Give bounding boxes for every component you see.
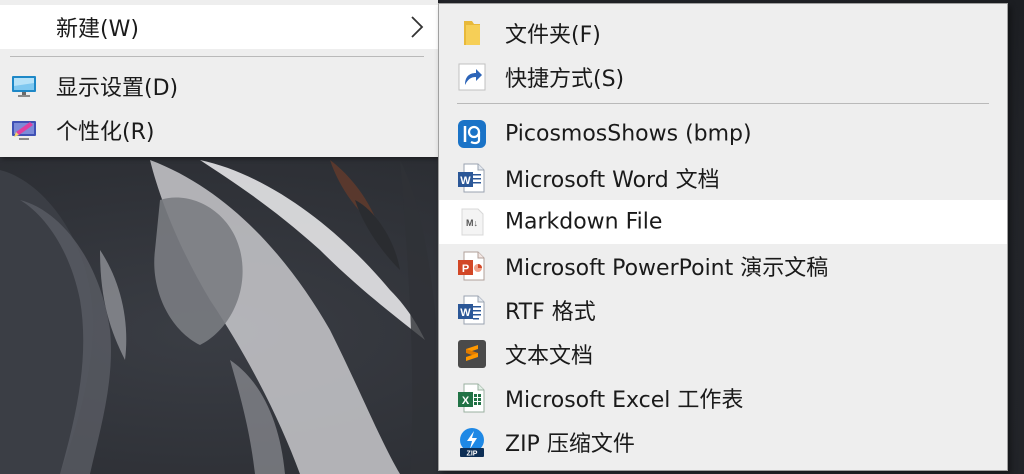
menu-item-personalize[interactable]: 个性化(R) xyxy=(0,108,438,152)
submenu-item-picosmos[interactable]: PicosmosShows (bmp) xyxy=(439,112,1007,156)
menu-separator xyxy=(10,56,424,57)
shortcut-icon xyxy=(458,63,486,91)
rtf-icon: W xyxy=(458,295,485,325)
svg-text:P: P xyxy=(462,263,469,275)
svg-text:M↓: M↓ xyxy=(466,218,478,228)
display-settings-icon xyxy=(12,76,36,97)
menu-item-display-settings[interactable]: 显示设置(D) xyxy=(0,64,438,108)
markdown-icon: M↓ xyxy=(461,208,484,236)
menu-item-personalize-label: 个性化(R) xyxy=(56,120,155,145)
menu-item-new-label: 新建(W) xyxy=(56,17,139,42)
submenu-separator xyxy=(457,103,989,104)
submenu-item-rtf[interactable]: W RTF 格式 xyxy=(439,288,1007,332)
submenu-item-shortcut-label: 快捷方式(S) xyxy=(505,67,625,92)
desktop-context-menu: 新建(W) 显示设置(D) 个性化(R) xyxy=(0,0,438,157)
submenu-item-zip[interactable]: ZIP ZIP 压缩文件 xyxy=(439,420,1007,464)
word-icon: W xyxy=(458,163,485,193)
submenu-item-word-label: Microsoft Word 文档 xyxy=(505,168,720,193)
submenu-item-powerpoint-label: Microsoft PowerPoint 演示文稿 xyxy=(505,256,829,281)
excel-icon: X xyxy=(458,383,485,413)
chevron-right-icon xyxy=(411,16,424,38)
submenu-item-powerpoint[interactable]: P Microsoft PowerPoint 演示文稿 xyxy=(439,244,1007,288)
folder-icon xyxy=(464,21,480,45)
submenu-item-shortcut[interactable]: 快捷方式(S) xyxy=(439,55,1007,99)
submenu-item-folder[interactable]: 文件夹(F) xyxy=(439,11,1007,55)
submenu-item-picosmos-label: PicosmosShows (bmp) xyxy=(505,121,752,147)
sublime-text-icon xyxy=(458,340,486,368)
submenu-item-markdown[interactable]: M↓ Markdown File xyxy=(439,200,1007,244)
svg-text:W: W xyxy=(460,175,471,187)
svg-text:W: W xyxy=(460,307,471,319)
menu-item-display-settings-label: 显示设置(D) xyxy=(56,76,179,101)
submenu-item-rtf-label: RTF 格式 xyxy=(505,300,596,325)
submenu-item-word[interactable]: W Microsoft Word 文档 xyxy=(439,156,1007,200)
new-submenu: 文件夹(F) 快捷方式(S) PicosmosShows (bmp) W Mic… xyxy=(438,3,1008,471)
zip-icon: ZIP xyxy=(460,428,484,458)
menu-item-new[interactable]: 新建(W) xyxy=(0,5,438,49)
submenu-item-markdown-label: Markdown File xyxy=(505,209,663,235)
powerpoint-icon: P xyxy=(458,251,485,281)
personalize-icon xyxy=(12,121,36,140)
submenu-item-zip-label: ZIP 压缩文件 xyxy=(505,432,635,457)
submenu-item-excel[interactable]: X Microsoft Excel 工作表 xyxy=(439,376,1007,420)
submenu-item-text-document-label: 文本文档 xyxy=(505,344,594,369)
picosmos-icon xyxy=(458,120,486,148)
submenu-item-folder-label: 文件夹(F) xyxy=(505,23,601,48)
submenu-item-text-document[interactable]: 文本文档 xyxy=(439,332,1007,376)
svg-text:X: X xyxy=(462,395,470,407)
submenu-item-excel-label: Microsoft Excel 工作表 xyxy=(505,388,744,413)
svg-text:ZIP: ZIP xyxy=(467,451,478,458)
